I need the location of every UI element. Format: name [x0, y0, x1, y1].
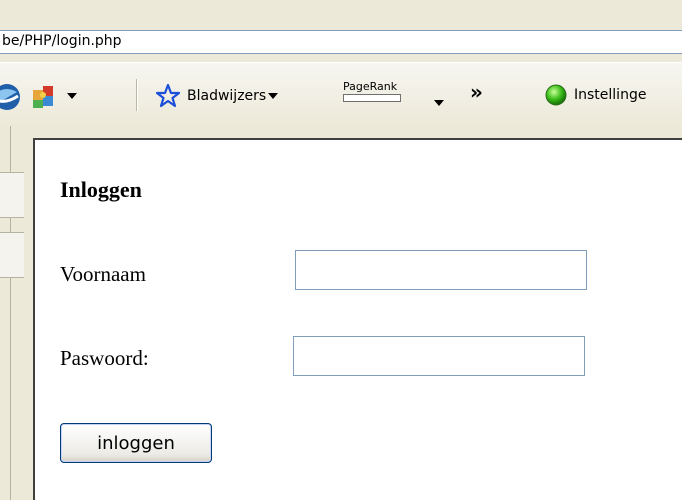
page-title: Inloggen	[60, 177, 142, 202]
star-icon	[155, 83, 181, 108]
address-field[interactable]: be/PHP/login.php	[0, 30, 682, 54]
bookmarks-button[interactable]: Bladwijzers	[155, 83, 279, 109]
voornaam-input[interactable]	[295, 250, 587, 290]
toolbar-separator	[136, 79, 138, 111]
settings-button[interactable]: Instellinge	[544, 83, 646, 107]
puzzle-menu-button[interactable]	[31, 82, 77, 110]
browser-globe-icon[interactable]	[0, 82, 22, 112]
chevron-down-icon	[67, 93, 77, 99]
pagerank-widget[interactable]: PageRank	[343, 80, 401, 102]
address-bar-area: be/PHP/login.php	[0, 0, 682, 62]
chevron-down-icon	[268, 93, 279, 99]
bookmarks-label: Bladwijzers	[187, 88, 267, 104]
chevron-down-icon[interactable]	[434, 100, 444, 106]
voornaam-label: Voornaam	[60, 262, 146, 286]
settings-label: Instellinge	[574, 87, 647, 103]
more-tools-button[interactable]: »	[470, 80, 483, 104]
sidebar-tab[interactable]	[0, 232, 24, 278]
browser-toolbar: Bladwijzers PageRank » Instellinge	[0, 62, 682, 127]
pagerank-bar	[343, 94, 401, 102]
login-button[interactable]: inloggen	[60, 423, 212, 463]
puzzle-icon	[33, 86, 53, 108]
green-circle-icon	[545, 84, 567, 106]
paswoord-label: Paswoord:	[60, 346, 149, 370]
pagerank-label: PageRank	[343, 80, 398, 93]
address-text[interactable]: be/PHP/login.php	[2, 33, 122, 49]
sidebar-tab[interactable]	[0, 172, 24, 218]
page-content: Inloggen Voornaam Paswoord: inloggen	[33, 138, 682, 500]
paswoord-input[interactable]	[293, 336, 585, 376]
double-chevron-icon: »	[470, 80, 483, 104]
sidebar-edge	[0, 126, 24, 500]
